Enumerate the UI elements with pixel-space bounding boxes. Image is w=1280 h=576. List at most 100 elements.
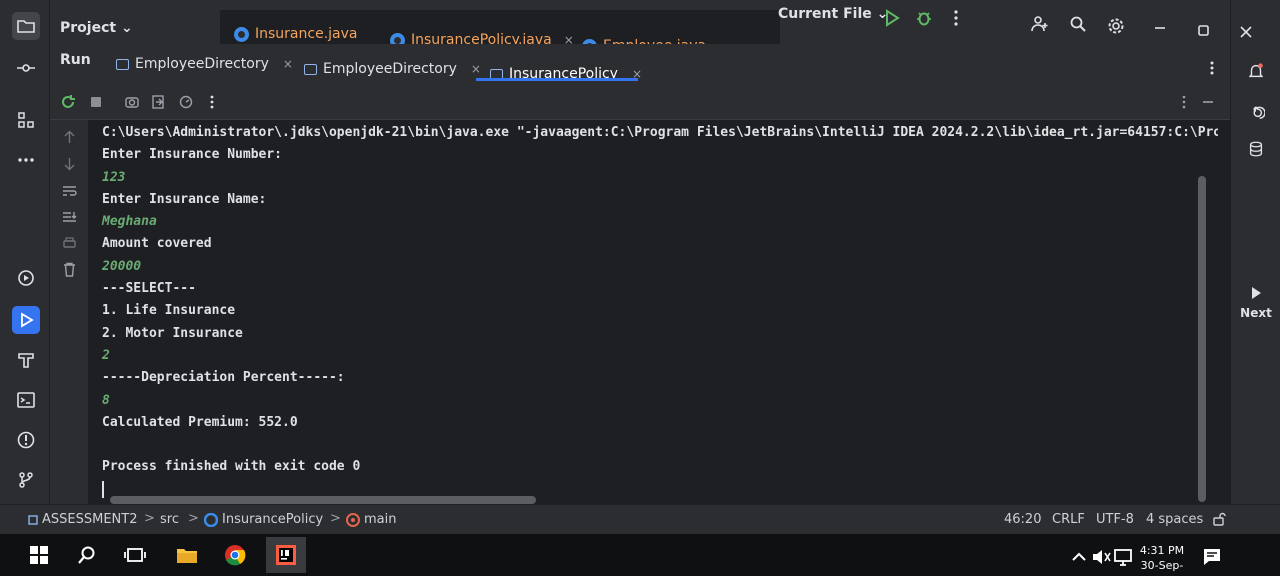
clock[interactable]: 4:31 PM 30-Sep-24	[1136, 543, 1188, 576]
terminal-tool-button[interactable]	[12, 386, 40, 414]
tab-close-button[interactable]: ×	[471, 62, 481, 76]
editor-tab-insurance[interactable]: Insurance.java	[234, 26, 357, 42]
console-output-line: -----Depreciation Percent-----:	[102, 370, 345, 386]
run-tool-window-header: Run EmployeeDirectory × EmployeeDirector…	[50, 44, 1230, 84]
more-actions-button[interactable]	[946, 8, 966, 28]
console-output-line: Enter Insurance Name:	[102, 191, 267, 207]
printer-icon	[62, 236, 76, 248]
chevron-up-icon	[1072, 552, 1086, 561]
network-button[interactable]	[1112, 542, 1134, 572]
console-output[interactable]: C:\Users\Administrator\.jdks\openjdk-21\…	[88, 120, 1218, 504]
run-tab-employeedirectory-2[interactable]: EmployeeDirectory ×	[304, 61, 481, 77]
class-icon	[204, 512, 218, 527]
scroll-end-icon	[62, 211, 76, 222]
stop-button[interactable]	[86, 92, 106, 112]
file-explorer-button[interactable]	[172, 540, 202, 570]
close-window-button[interactable]	[1236, 22, 1256, 42]
console-text: C:\Users\Administrator\.jdks\openjdk-21\…	[88, 120, 1218, 501]
more-vertical-icon	[1182, 95, 1186, 109]
breadcrumb-class[interactable]: InsurancePolicy	[204, 512, 323, 527]
next-button[interactable]: Next	[1231, 286, 1280, 320]
folder-icon	[177, 549, 197, 563]
breadcrumb-separator: >	[330, 511, 341, 526]
caret-position[interactable]: 46:20	[1004, 512, 1041, 527]
commit-tool-button[interactable]	[12, 54, 40, 82]
console-output-line: ---SELECT---	[102, 281, 196, 297]
build-tool-button[interactable]	[12, 346, 40, 374]
console-horizontal-scrollbar[interactable]	[110, 496, 536, 504]
indent-setting[interactable]: 4 spaces	[1146, 512, 1203, 527]
breadcrumb-project[interactable]: ASSESSMENT2	[28, 512, 137, 527]
hide-panel-button[interactable]	[1198, 92, 1218, 112]
file-encoding[interactable]: UTF-8	[1096, 512, 1134, 527]
search-button[interactable]	[1068, 14, 1088, 34]
volume-button[interactable]	[1090, 542, 1112, 572]
terminal-icon	[17, 392, 35, 408]
unlock-icon	[1213, 512, 1226, 526]
hammer-icon	[18, 353, 34, 368]
run-tool-button[interactable]	[12, 306, 40, 334]
tab-close-button[interactable]: ×	[283, 57, 293, 71]
close-icon	[1240, 26, 1252, 38]
clear-console-button[interactable]	[60, 260, 78, 278]
git-tool-button[interactable]	[12, 466, 40, 494]
window-icon	[116, 58, 129, 70]
toolbar-options-button[interactable]	[1174, 92, 1194, 112]
toolbar-more-button[interactable]	[202, 92, 222, 112]
console-output-line: Process finished with exit code 0	[102, 459, 361, 475]
more-tools-button[interactable]	[12, 146, 40, 174]
profiler-button[interactable]	[176, 92, 196, 112]
scroll-up-button[interactable]	[60, 128, 78, 146]
camera-icon	[125, 97, 139, 108]
console-vertical-scrollbar[interactable]	[1198, 176, 1206, 502]
task-view-button[interactable]	[120, 540, 150, 570]
problems-tool-button[interactable]	[12, 426, 40, 454]
run-window-options-button[interactable]	[1202, 58, 1222, 78]
active-tab-indicator	[476, 78, 638, 81]
line-separator[interactable]: CRLF	[1052, 512, 1085, 527]
clock-time: 4:31 PM	[1139, 544, 1185, 557]
settings-button[interactable]	[1106, 16, 1126, 36]
breadcrumb-method[interactable]: main	[346, 512, 396, 527]
notifications-center-button[interactable]	[1200, 542, 1224, 572]
wrap-icon	[62, 185, 77, 196]
intellij-icon	[276, 545, 296, 565]
show-hidden-icons-button[interactable]	[1068, 542, 1090, 572]
add-user-button[interactable]	[1030, 14, 1050, 34]
project-tool-button[interactable]	[12, 12, 40, 40]
ai-assistant-button[interactable]	[1243, 98, 1269, 124]
left-tool-strip	[0, 0, 50, 530]
dump-threads-button[interactable]	[122, 92, 142, 112]
soft-wrap-button[interactable]	[60, 182, 78, 200]
console-output-line: Amount covered	[102, 236, 212, 252]
breadcrumb-src[interactable]: src	[160, 512, 179, 527]
notifications-button[interactable]	[1243, 58, 1269, 84]
run-button[interactable]	[882, 8, 902, 28]
rerun-button[interactable]	[58, 92, 78, 112]
console-input-line: Meghana	[102, 214, 157, 230]
lock-button[interactable]	[1212, 512, 1226, 526]
run-tab-employeedirectory-1[interactable]: EmployeeDirectory ×	[116, 56, 293, 72]
scroll-down-button[interactable]	[60, 154, 78, 172]
console-output-line: C:\Users\Administrator\.jdks\openjdk-21\…	[102, 125, 1218, 140]
restore-button[interactable]	[1194, 20, 1214, 40]
scroll-to-end-button[interactable]	[60, 208, 78, 226]
services-tool-button[interactable]	[12, 264, 40, 292]
taskbar-search-button[interactable]	[72, 540, 102, 570]
chrome-button[interactable]	[220, 540, 250, 570]
stop-icon	[91, 97, 101, 107]
run-config-dropdown[interactable]: Current File ⌄	[778, 6, 888, 22]
minimize-button[interactable]	[1150, 18, 1170, 38]
start-button[interactable]	[24, 540, 54, 570]
exit-button[interactable]	[148, 92, 168, 112]
debug-button[interactable]	[914, 8, 934, 28]
database-button[interactable]	[1243, 136, 1269, 162]
method-icon	[346, 512, 360, 527]
print-button[interactable]	[60, 234, 78, 252]
search-icon	[78, 546, 95, 564]
project-dropdown[interactable]: Project ⌄	[60, 20, 133, 36]
intellij-button[interactable]	[266, 537, 306, 573]
exit-icon	[152, 95, 164, 109]
structure-tool-button[interactable]	[12, 106, 40, 134]
add-user-icon	[1031, 16, 1048, 32]
